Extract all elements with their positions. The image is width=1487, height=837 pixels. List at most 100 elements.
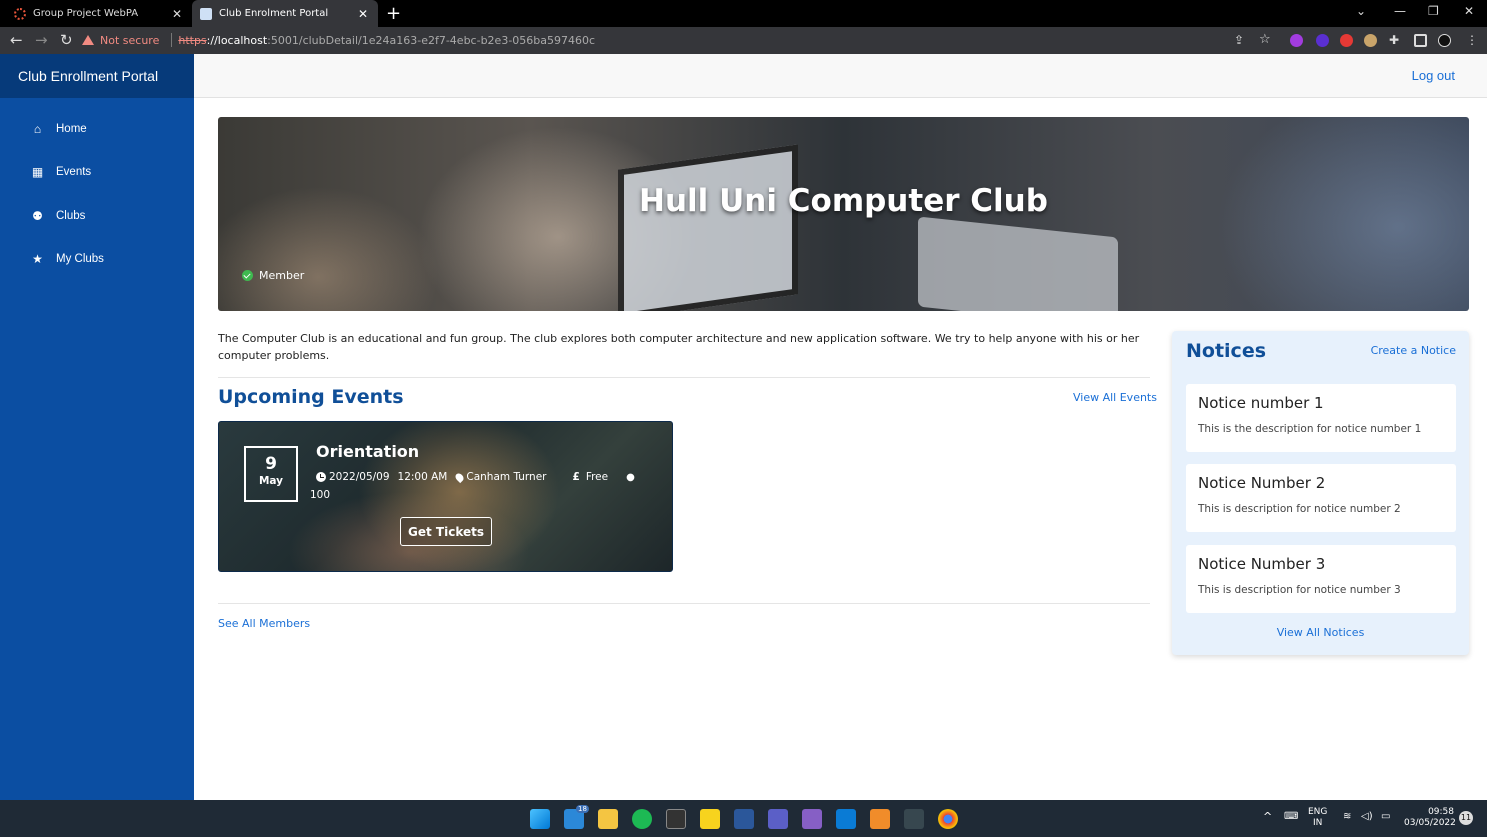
new-tab-icon[interactable]: + xyxy=(386,3,401,24)
close-icon[interactable]: ✕ xyxy=(356,7,370,21)
security-indicator[interactable]: Not secure xyxy=(82,34,159,47)
notice-card[interactable]: Notice number 1 This is the description … xyxy=(1186,384,1456,452)
divider xyxy=(218,603,1150,604)
see-all-members-link[interactable]: See All Members xyxy=(218,617,310,630)
location-pin-icon xyxy=(454,471,466,483)
region-code: IN xyxy=(1313,818,1323,828)
event-price: Free xyxy=(585,471,609,483)
chevron-down-icon[interactable]: ⌄ xyxy=(1356,4,1366,18)
notice-card[interactable]: Notice Number 2 This is description for … xyxy=(1186,464,1456,532)
restore-icon[interactable]: ❐ xyxy=(1428,4,1439,18)
address-bar: ← → ↻ Not secure https://localhost:5001/… xyxy=(0,27,1487,54)
event-day: 9 xyxy=(265,454,277,474)
language-indicator[interactable]: ENG IN xyxy=(1308,807,1327,829)
volume-icon[interactable]: ◁) xyxy=(1361,811,1373,822)
create-notice-link[interactable]: Create a Notice xyxy=(1371,344,1456,357)
browser-tab-active[interactable]: Club Enrolment Portal ✕ xyxy=(192,0,378,27)
event-date-box: 9 May xyxy=(244,446,298,502)
event-month: May xyxy=(258,475,284,487)
chevron-up-icon[interactable]: ^ xyxy=(1263,811,1272,822)
sidebar-item-my-clubs[interactable]: ★ My Clubs xyxy=(0,238,194,282)
divider xyxy=(218,377,1150,378)
close-icon[interactable]: ✕ xyxy=(170,7,184,21)
visual-studio-icon[interactable] xyxy=(802,809,822,829)
event-name: Orientation xyxy=(316,442,420,461)
wifi-icon[interactable]: ≋ xyxy=(1343,811,1351,822)
notices-panel: Notices Create a Notice Notice number 1 … xyxy=(1172,331,1469,655)
close-window-icon[interactable]: ✕ xyxy=(1464,4,1474,18)
logout-link[interactable]: Log out xyxy=(1412,68,1455,83)
clock-icon xyxy=(316,472,326,482)
language-code: ENG xyxy=(1308,807,1328,817)
pound-icon: £ xyxy=(572,471,580,483)
notice-title: Notice number 1 xyxy=(1198,394,1324,412)
notice-card[interactable]: Notice Number 3 This is description for … xyxy=(1186,545,1456,613)
star-icon: ★ xyxy=(32,252,43,267)
mail-badge: 18 xyxy=(576,805,589,813)
view-all-notices-link[interactable]: View All Notices xyxy=(1172,626,1469,639)
brand-title[interactable]: Club Enrollment Portal xyxy=(0,54,194,98)
folder-icon[interactable] xyxy=(598,809,618,829)
reload-icon[interactable]: ↻ xyxy=(60,31,73,49)
clock-time: 09:58 xyxy=(1428,807,1454,817)
puzzle-icon[interactable]: ✚ xyxy=(1389,33,1399,47)
home-icon: ⌂ xyxy=(33,121,42,136)
view-all-events-link[interactable]: View All Events xyxy=(1073,391,1157,404)
url-scheme: https xyxy=(178,33,207,47)
taskbar: 18 ^ ⌨ ENG IN ≋ ◁) ▭ 09:58 03/05/2022 11 xyxy=(0,800,1487,837)
event-location: Canham Turner xyxy=(466,471,547,483)
notification-badge[interactable]: 11 xyxy=(1459,811,1473,825)
sidebar: Club Enrollment Portal ⌂ Home ▦ Events ⚉… xyxy=(0,54,194,800)
event-time: 12:00 AM xyxy=(397,471,448,483)
notice-description: This is the description for notice numbe… xyxy=(1198,423,1422,435)
section-title: Upcoming Events xyxy=(218,386,404,408)
clock-date: 03/05/2022 xyxy=(1404,818,1456,828)
menu-icon[interactable]: ⋮ xyxy=(1466,33,1478,47)
clock[interactable]: 09:58 03/05/2022 xyxy=(1404,807,1456,829)
browser-tab[interactable]: Group Project WebPA ✕ xyxy=(6,0,192,27)
event-date: 2022/05/09 xyxy=(329,471,390,483)
extension-icon[interactable] xyxy=(1316,34,1329,47)
notice-title: Notice Number 3 xyxy=(1198,555,1326,573)
sidebar-item-label: My Clubs xyxy=(56,253,104,266)
spotify-icon[interactable] xyxy=(632,809,652,829)
notice-description: This is description for notice number 3 xyxy=(1198,584,1401,596)
club-banner: Hull Uni Computer Club Member xyxy=(218,117,1469,311)
top-bar: Log out xyxy=(194,54,1487,98)
terminal-icon[interactable] xyxy=(666,809,686,829)
bookmark-star-icon[interactable]: ☆ xyxy=(1259,32,1271,47)
sticky-notes-icon[interactable] xyxy=(700,809,720,829)
sublime-icon[interactable] xyxy=(870,809,890,829)
sidebar-item-home[interactable]: ⌂ Home xyxy=(0,107,194,151)
tab-title: Group Project WebPA xyxy=(33,8,139,19)
sidebar-item-clubs[interactable]: ⚉ Clubs xyxy=(0,194,194,238)
extension-icon[interactable] xyxy=(1340,34,1353,47)
forward-icon[interactable]: → xyxy=(35,31,48,49)
loading-icon xyxy=(14,7,26,20)
profile-icon[interactable] xyxy=(1438,34,1451,47)
chrome-icon[interactable] xyxy=(938,809,958,829)
divider xyxy=(171,33,173,47)
extension-icon[interactable] xyxy=(1364,34,1377,47)
minimize-icon[interactable]: — xyxy=(1394,4,1406,18)
get-tickets-button[interactable]: Get Tickets xyxy=(400,517,492,546)
tab-title: Club Enrolment Portal xyxy=(219,8,329,19)
word-icon[interactable] xyxy=(734,809,754,829)
teams-icon[interactable] xyxy=(768,809,788,829)
notice-title: Notice Number 2 xyxy=(1198,474,1326,492)
git-icon[interactable] xyxy=(904,809,924,829)
event-card[interactable]: 9 May Orientation 2022/05/09 12:00 AM Ca… xyxy=(218,421,673,572)
start-icon[interactable] xyxy=(530,809,550,829)
extension-icon[interactable] xyxy=(1290,34,1303,47)
back-icon[interactable]: ← xyxy=(10,31,23,49)
url-host: ://localhost xyxy=(206,33,268,47)
security-label: Not secure xyxy=(100,33,160,47)
sidepanel-icon[interactable] xyxy=(1414,34,1427,47)
club-description: The Computer Club is an educational and … xyxy=(218,332,1140,362)
share-icon[interactable]: ⇪ xyxy=(1234,33,1244,47)
url-field[interactable]: Not secure https://localhost:5001/clubDe… xyxy=(82,29,1282,51)
battery-icon[interactable]: ▭ xyxy=(1381,811,1390,822)
sidebar-item-events[interactable]: ▦ Events xyxy=(0,151,194,195)
keyboard-icon[interactable]: ⌨ xyxy=(1284,811,1298,822)
vscode-icon[interactable] xyxy=(836,809,856,829)
